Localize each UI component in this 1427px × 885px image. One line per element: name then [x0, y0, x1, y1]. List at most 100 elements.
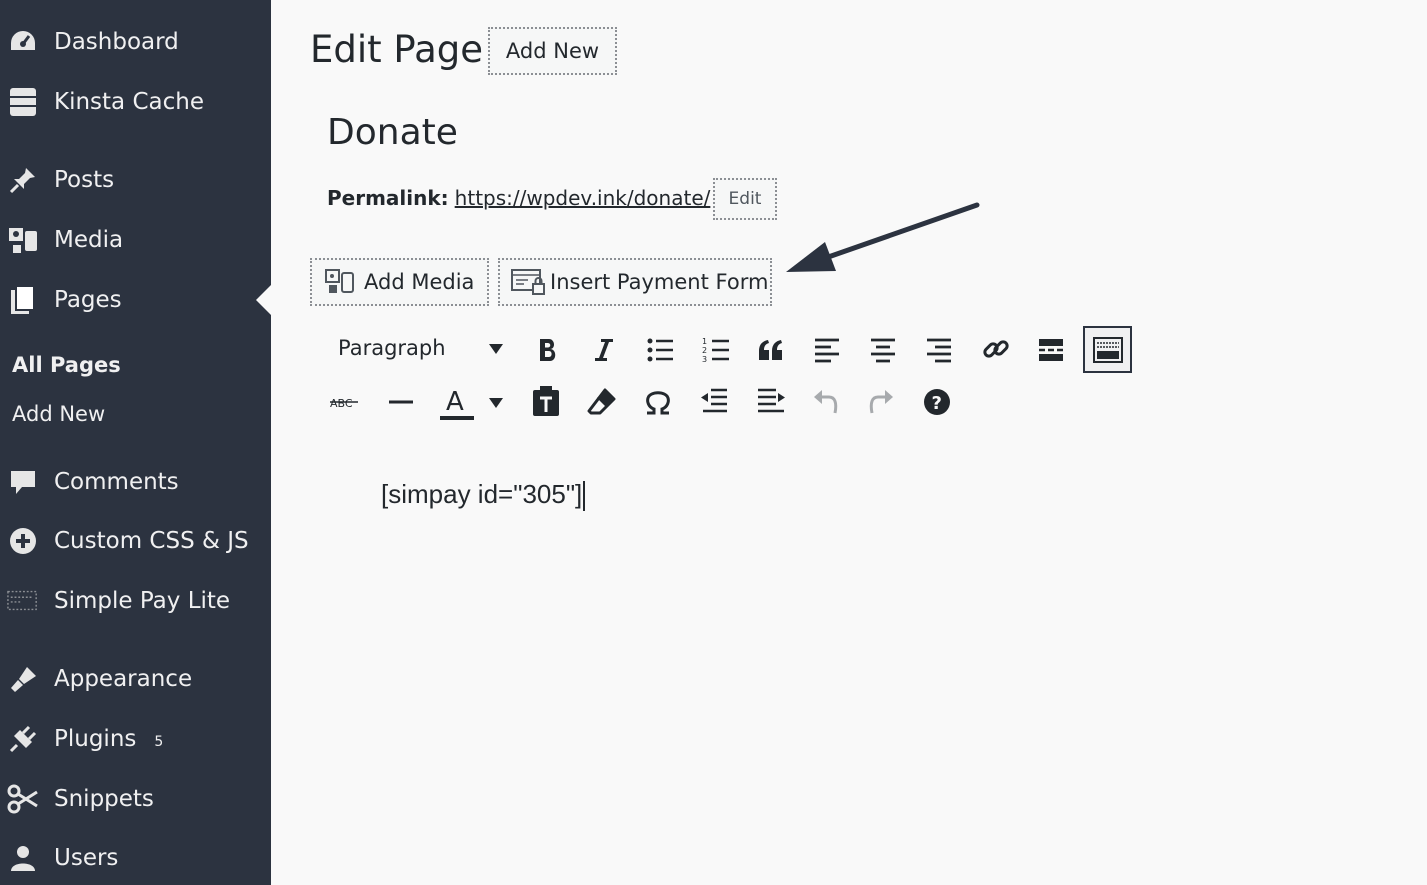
- numbered-list-icon: 123: [702, 337, 729, 364]
- chevron-down-icon[interactable]: [489, 344, 503, 354]
- align-center-button[interactable]: [868, 334, 898, 366]
- undo-button[interactable]: [810, 386, 842, 416]
- database-icon: [7, 86, 39, 118]
- sidebar-item-label: Pages: [54, 287, 122, 313]
- pages-icon: [7, 284, 39, 316]
- svg-text:1: 1: [702, 337, 707, 346]
- sidebar-item-snippets[interactable]: Snippets: [0, 774, 271, 824]
- bulleted-list-button[interactable]: [645, 334, 675, 366]
- sidebar-item-label: Comments: [54, 469, 179, 495]
- dashboard-icon: [7, 26, 39, 58]
- italic-icon: [595, 339, 613, 361]
- align-right-button[interactable]: [924, 334, 954, 366]
- admin-sidebar: Dashboard Kinsta Cache Posts Media Pages…: [0, 0, 271, 885]
- indent-icon: [758, 388, 785, 413]
- decrease-indent-button[interactable]: [698, 386, 730, 416]
- quote-icon: [759, 340, 782, 360]
- align-center-icon: [871, 338, 895, 363]
- current-menu-arrow: [256, 285, 271, 315]
- blockquote-button[interactable]: [756, 334, 786, 366]
- post-title-input[interactable]: Donate: [327, 112, 458, 153]
- add-media-button[interactable]: Add Media: [310, 258, 489, 306]
- outdent-icon: [701, 388, 727, 413]
- numbered-list-button[interactable]: 123: [701, 334, 731, 366]
- omega-icon: [646, 391, 670, 415]
- add-new-button[interactable]: Add New: [488, 27, 617, 75]
- undo-icon: [814, 390, 838, 414]
- permalink: Permalink: https://wpdev.ink/donate/: [327, 186, 710, 210]
- bold-icon: [540, 339, 556, 361]
- plus-circle-icon: [7, 525, 39, 557]
- media-icon: [324, 268, 356, 296]
- permalink-label: Permalink:: [327, 186, 449, 210]
- permalink-url[interactable]: https://wpdev.ink/donate/: [455, 186, 711, 210]
- add-media-label: Add Media: [364, 270, 475, 294]
- strikethrough-icon: ABC: [330, 397, 358, 410]
- redo-button[interactable]: [865, 386, 897, 416]
- horizontal-line-button[interactable]: [386, 388, 416, 416]
- sidebar-item-label: Snippets: [54, 786, 154, 812]
- sidebar-item-pages[interactable]: Pages: [0, 275, 271, 325]
- toolbar-toggle-button[interactable]: [1083, 326, 1132, 373]
- sidebar-item-label: Posts: [54, 167, 115, 193]
- keyboard-shortcuts-button[interactable]: ?: [922, 387, 952, 417]
- editor-content[interactable]: [simpay id="305"]: [381, 479, 586, 512]
- paste-as-text-button[interactable]: [530, 384, 562, 418]
- chevron-down-icon: [489, 398, 503, 408]
- align-left-button[interactable]: [812, 334, 842, 366]
- sidebar-item-label: Appearance: [54, 666, 193, 692]
- sidebar-item-appearance[interactable]: Appearance: [0, 654, 271, 704]
- text-color-dropdown[interactable]: [487, 395, 505, 411]
- sidebar-item-label: Dashboard: [54, 29, 179, 55]
- strikethrough-button[interactable]: ABC: [328, 388, 360, 416]
- plugins-update-count: 5: [154, 734, 164, 750]
- insert-link-button[interactable]: [980, 333, 1012, 365]
- scissors-icon: [7, 783, 39, 815]
- sidebar-item-users[interactable]: Users: [0, 833, 271, 883]
- sidebar-item-comments[interactable]: Comments: [0, 457, 271, 507]
- sidebar-item-label: Users: [54, 845, 119, 871]
- insert-payment-form-button[interactable]: Insert Payment Form: [498, 258, 772, 306]
- sidebar-item-label: Custom CSS & JS: [54, 528, 249, 554]
- sidebar-item-dashboard[interactable]: Dashboard: [0, 17, 271, 67]
- submenu-all-pages[interactable]: All Pages: [12, 353, 121, 377]
- insert-payment-form-label: Insert Payment Form: [550, 270, 769, 294]
- svg-text:ABC: ABC: [330, 397, 353, 410]
- sidebar-item-kinsta-cache[interactable]: Kinsta Cache: [0, 77, 271, 127]
- media-icon: [7, 224, 39, 256]
- horizontal-line-icon: [389, 400, 413, 404]
- format-select[interactable]: Paragraph: [338, 336, 446, 360]
- special-character-button[interactable]: [642, 386, 674, 418]
- kitchen-sink-icon: [1092, 336, 1123, 363]
- svg-text:3: 3: [702, 355, 707, 364]
- read-more-button[interactable]: [1036, 334, 1066, 366]
- italic-button[interactable]: [590, 334, 618, 366]
- sidebar-item-custom-css-js[interactable]: Custom CSS & JS: [0, 516, 271, 566]
- text-color-icon: A: [440, 387, 474, 420]
- eraser-icon: [587, 388, 616, 415]
- read-more-icon: [1039, 339, 1063, 361]
- user-icon: [7, 842, 39, 874]
- help-icon: ?: [924, 389, 950, 415]
- svg-text:A: A: [446, 387, 464, 417]
- clear-formatting-button[interactable]: [585, 386, 617, 418]
- pin-icon: [7, 164, 39, 196]
- payment-form-icon: [510, 267, 546, 297]
- annotation-arrow: [786, 202, 980, 272]
- text-color-button[interactable]: A: [437, 385, 477, 423]
- align-right-icon: [927, 338, 951, 363]
- redo-icon: [869, 390, 893, 414]
- edit-permalink-button[interactable]: Edit: [713, 178, 777, 220]
- submenu-add-new[interactable]: Add New: [12, 402, 105, 426]
- sidebar-item-simple-pay-lite[interactable]: Simple Pay Lite: [0, 576, 271, 626]
- bold-button[interactable]: [534, 334, 562, 366]
- sidebar-item-media[interactable]: Media: [0, 215, 271, 265]
- sidebar-item-label: Simple Pay Lite: [54, 588, 231, 614]
- sidebar-item-posts[interactable]: Posts: [0, 155, 271, 205]
- svg-text:2: 2: [702, 346, 707, 355]
- sidebar-item-label: Kinsta Cache: [54, 89, 204, 115]
- increase-indent-button[interactable]: [755, 386, 787, 416]
- sidebar-item-plugins[interactable]: Plugins 5: [0, 714, 271, 764]
- text-cursor: [583, 481, 586, 512]
- align-left-icon: [815, 338, 839, 363]
